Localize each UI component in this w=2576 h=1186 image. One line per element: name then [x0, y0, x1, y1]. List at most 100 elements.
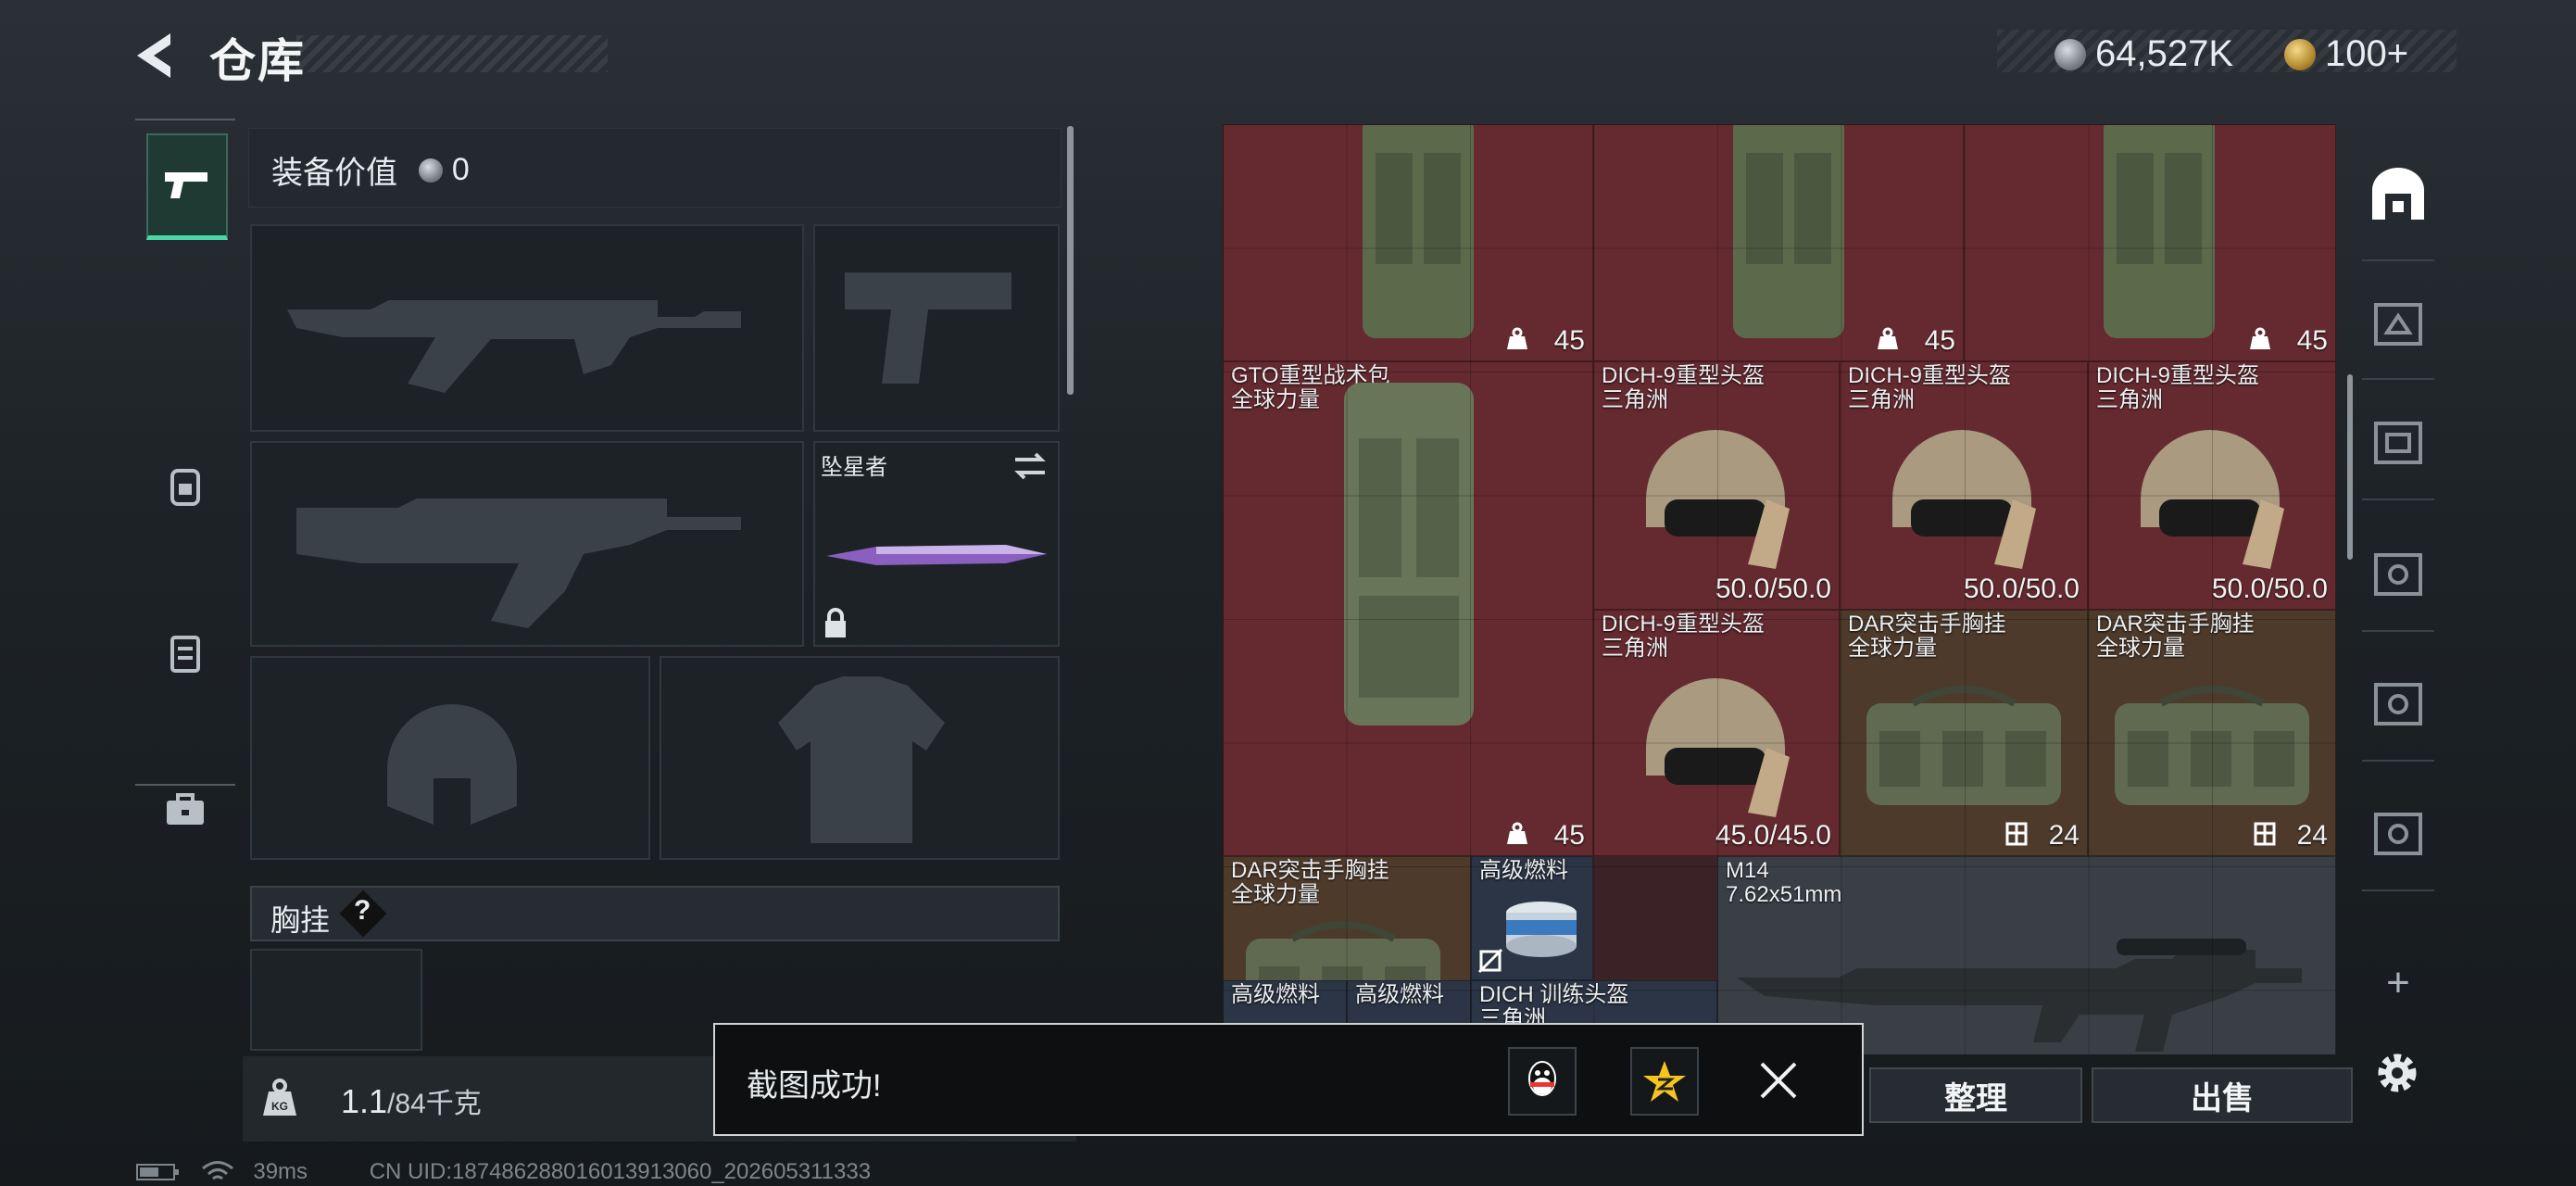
equip-value-bar: 装备价值 0 — [248, 128, 1062, 208]
grid-item-backpack[interactable]: 45 — [1593, 124, 1964, 361]
tab-container-4a[interactable] — [2362, 537, 2434, 610]
grid-spacer — [1471, 856, 1473, 858]
tab-warehouse[interactable] — [2362, 158, 2434, 230]
chest-rig-slot[interactable] — [250, 949, 422, 1051]
help-icon[interactable]: ? — [354, 895, 371, 927]
armor-silhouette-icon — [778, 676, 945, 843]
vest-icon — [170, 636, 200, 673]
pistol-slot[interactable] — [813, 224, 1060, 432]
helmet-image — [1892, 430, 2036, 569]
add-container-button[interactable]: + — [2362, 947, 2434, 1019]
knife-image — [826, 545, 1047, 565]
inventory-grid[interactable]: 45 45 45 GTO重型战术包 全球力量 45 DICH-9重型头盔 三角洲… — [1223, 124, 2336, 1054]
grid-scrollbar[interactable] — [2347, 374, 2353, 560]
item-durability: 50.0/50.0 — [1715, 574, 1831, 604]
item-value: 45 — [1924, 325, 1955, 356]
item-name: DAR突击手胸挂 全球力量 — [1848, 612, 2006, 661]
tab-container-2[interactable] — [2362, 406, 2434, 478]
weight-max: /84千克 — [387, 1089, 482, 1119]
wifi-icon — [201, 1160, 233, 1180]
armor-slot[interactable] — [660, 656, 1060, 860]
item-durability: 50.0/50.0 — [1963, 574, 2080, 604]
melee-slot[interactable]: 坠星者 — [813, 441, 1060, 647]
item-durability: 50.0/50.0 — [2211, 574, 2328, 604]
grid-item-backpack[interactable]: 45 — [1223, 124, 1593, 361]
chest-rig-image — [1866, 686, 2061, 805]
tab-container-3[interactable] — [2362, 287, 2434, 360]
container-icon — [2374, 553, 2422, 596]
grid-item-backpack[interactable]: 45 — [1964, 124, 2336, 361]
ping-text: 39ms — [253, 1158, 308, 1184]
chest-rig-header: 胸挂 ? — [250, 886, 1060, 941]
sort-button[interactable]: 整理 — [1869, 1067, 2082, 1123]
rifle-silhouette-icon — [287, 300, 741, 393]
helmet-image — [2141, 430, 2284, 569]
qq-icon — [1528, 1061, 1556, 1096]
helmet-image — [1646, 430, 1790, 569]
share-qzone-button[interactable] — [1630, 1047, 1699, 1116]
sell-button[interactable]: 出售 — [2092, 1067, 2353, 1123]
tab-container-4b[interactable] — [2362, 797, 2434, 869]
item-name: DAR突击手胸挂 全球力量 — [2096, 612, 2255, 661]
back-button[interactable] — [130, 28, 185, 83]
settings-button[interactable] — [2371, 1047, 2423, 1104]
capacity-badge-icon — [2005, 822, 2028, 846]
grid-item-gto-bag[interactable]: GTO重型战术包 全球力量 45 — [1223, 361, 1593, 856]
primary-weapon-slot[interactable] — [250, 224, 804, 432]
item-name: DICH-9重型头盔 三角洲 — [2096, 363, 2260, 412]
weight-badge-icon — [1507, 822, 1527, 844]
qzone-star-icon — [1643, 1061, 1686, 1102]
rifle-silhouette-icon — [296, 498, 741, 628]
gold-balance: 100+ — [2325, 33, 2409, 74]
backpack-image — [2104, 125, 2215, 338]
share-qq-button[interactable] — [1508, 1047, 1577, 1116]
chest-rig-image — [2115, 686, 2309, 805]
screenshot-toast: 截图成功! — [713, 1023, 1864, 1136]
grid-item-helmet[interactable]: DICH-9重型头盔 三角洲 50.0/50.0 — [1840, 361, 2088, 610]
container-icon — [2374, 813, 2422, 855]
lock-icon — [825, 608, 846, 637]
swap-icon[interactable] — [1012, 450, 1049, 482]
container-tabs: + — [2356, 130, 2440, 1056]
grid-item-helmet[interactable]: DICH-9重型头盔 三角洲 50.0/50.0 — [2088, 361, 2336, 610]
close-toast-button[interactable] — [1756, 1058, 1801, 1107]
backpack-image — [1733, 125, 1844, 338]
item-name: DAR突击手胸挂 全球力量 — [1231, 858, 1389, 907]
briefcase-icon — [167, 793, 204, 825]
svg-text:KG: KG — [271, 1100, 288, 1113]
grid-item-chest-rig[interactable]: DAR突击手胸挂 全球力量 24 — [2088, 610, 2336, 856]
loadout-scrollbar[interactable] — [1067, 126, 1074, 395]
item-name: 高级燃料 — [1231, 982, 1320, 1007]
uid-text: CN UID:1874862880160139130​60_2026053113… — [369, 1158, 872, 1184]
equip-value-label: 装备价值 — [271, 156, 397, 191]
side-nav — [135, 119, 235, 825]
nav-briefcase[interactable] — [146, 760, 224, 860]
backpack-image — [1344, 383, 1474, 725]
grid-item-chest-rig[interactable]: DAR突击手胸挂 全球力量 24 — [1840, 610, 2088, 856]
weight-badge-icon — [2250, 327, 2270, 349]
gear-icon — [2378, 1054, 2417, 1092]
item-value: 45 — [1553, 820, 1585, 851]
fuel-can-image — [1506, 902, 1577, 957]
nav-backpack[interactable] — [146, 435, 224, 536]
item-name: M14 7.62x51mm — [1726, 858, 1842, 907]
nav-vest[interactable] — [146, 602, 224, 702]
helmet-slot[interactable] — [250, 656, 650, 860]
tab-container-5[interactable] — [2362, 667, 2434, 739]
gold-coin-icon — [2284, 38, 2316, 70]
grid-item-helmet[interactable]: DICH-9重型头盔 三角洲 50.0/50.0 — [1593, 361, 1840, 610]
grid-item-fuel[interactable]: 高级燃料 — [1471, 856, 1593, 980]
title-decoration — [296, 35, 608, 72]
backpack-image — [1363, 125, 1474, 338]
nav-weapons[interactable] — [146, 133, 228, 240]
grid-item-helmet[interactable]: DICH-9重型头盔 三角洲 45.0/45.0 — [1593, 610, 1840, 856]
page-title: 仓库 — [209, 35, 306, 87]
helmet-image — [1646, 678, 1790, 817]
item-value: 24 — [2048, 820, 2080, 851]
capacity-badge-icon — [2254, 822, 2276, 846]
secondary-weapon-slot[interactable] — [250, 441, 804, 647]
chest-rig-label: 胸挂 — [270, 903, 331, 937]
item-name: 高级燃料 — [1479, 858, 1568, 883]
battery-icon — [136, 1163, 179, 1180]
item-name: DICH-9重型头盔 三角洲 — [1848, 363, 2012, 412]
